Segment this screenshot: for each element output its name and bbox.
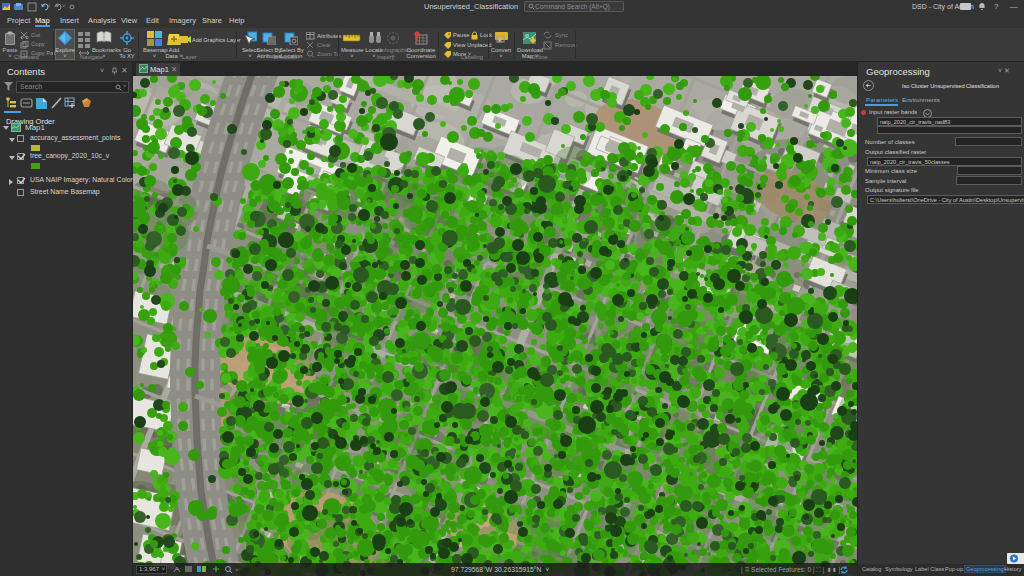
svg-text:˅: ˅ [235, 567, 239, 573]
